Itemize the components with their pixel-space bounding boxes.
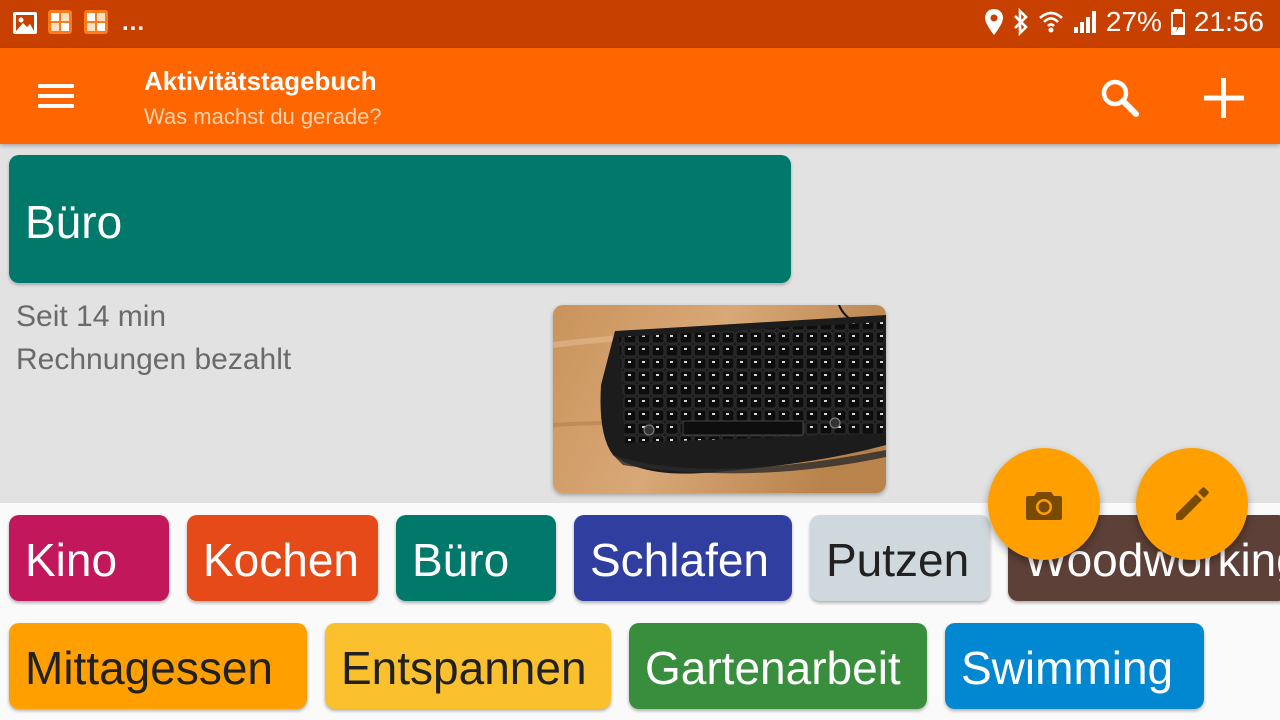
activity-button-kino[interactable]: Kino bbox=[9, 515, 169, 601]
battery-charging-icon bbox=[1170, 8, 1186, 36]
app-notification-icon bbox=[84, 10, 110, 36]
activity-button-entspannen[interactable]: Entspannen bbox=[325, 623, 611, 709]
activity-label: Entspannen bbox=[341, 642, 587, 694]
keyboard-photo-image bbox=[553, 305, 886, 493]
bluetooth-icon bbox=[1012, 8, 1030, 36]
search-button[interactable] bbox=[1096, 74, 1144, 122]
add-activity-button[interactable] bbox=[1198, 72, 1250, 124]
wifi-icon bbox=[1038, 9, 1064, 35]
activity-button-gartenarbeit[interactable]: Gartenarbeit bbox=[629, 623, 927, 709]
activity-duration: Seit 14 min bbox=[16, 300, 167, 333]
location-icon bbox=[984, 8, 1004, 36]
activity-button-schlafen[interactable]: Schlafen bbox=[574, 515, 792, 601]
app-title: Aktivitätstagebuch bbox=[144, 66, 377, 96]
activity-label: Kochen bbox=[203, 534, 360, 586]
camera-button[interactable] bbox=[988, 448, 1100, 560]
edit-note-button[interactable] bbox=[1136, 448, 1248, 560]
activity-label: Putzen bbox=[826, 534, 970, 586]
current-activity-card[interactable]: Büro bbox=[9, 155, 791, 283]
more-notifications-text: ... bbox=[122, 9, 146, 36]
pencil-icon bbox=[1176, 487, 1209, 520]
search-icon bbox=[1101, 79, 1139, 117]
app-subtitle: Was machst du gerade? bbox=[144, 104, 382, 129]
activity-button-buero[interactable]: Büro bbox=[396, 515, 556, 601]
clock: 21:56 bbox=[1193, 6, 1264, 37]
app-toolbar: Aktivitätstagebuch Was machst du gerade? bbox=[0, 48, 1280, 144]
activity-label: Schlafen bbox=[590, 534, 770, 586]
status-bar: ... 27% 21:56 bbox=[0, 0, 1280, 48]
plus-icon bbox=[1204, 78, 1244, 118]
activity-label: Kino bbox=[25, 534, 118, 586]
activity-label: Büro bbox=[412, 534, 510, 586]
activity-label: Gartenarbeit bbox=[645, 642, 901, 694]
app-notification-icon bbox=[48, 10, 74, 36]
signal-icon bbox=[1072, 9, 1098, 35]
activity-photo[interactable] bbox=[553, 305, 886, 493]
activity-label: Swimming bbox=[961, 642, 1174, 694]
activity-button-swimming[interactable]: Swimming bbox=[945, 623, 1204, 709]
activity-button-mittagessen[interactable]: Mittagessen bbox=[9, 623, 307, 709]
activity-label: Mittagessen bbox=[25, 642, 274, 694]
activity-button-kochen[interactable]: Kochen bbox=[187, 515, 378, 601]
current-activity-name: Büro bbox=[25, 196, 123, 248]
battery-percent: 27% bbox=[1105, 6, 1162, 37]
activity-note: Rechnungen bezahlt bbox=[16, 343, 292, 376]
activity-button-putzen[interactable]: Putzen bbox=[810, 515, 990, 601]
menu-button[interactable] bbox=[28, 74, 84, 118]
gallery-notification-icon bbox=[12, 10, 38, 36]
camera-icon bbox=[1026, 492, 1062, 520]
